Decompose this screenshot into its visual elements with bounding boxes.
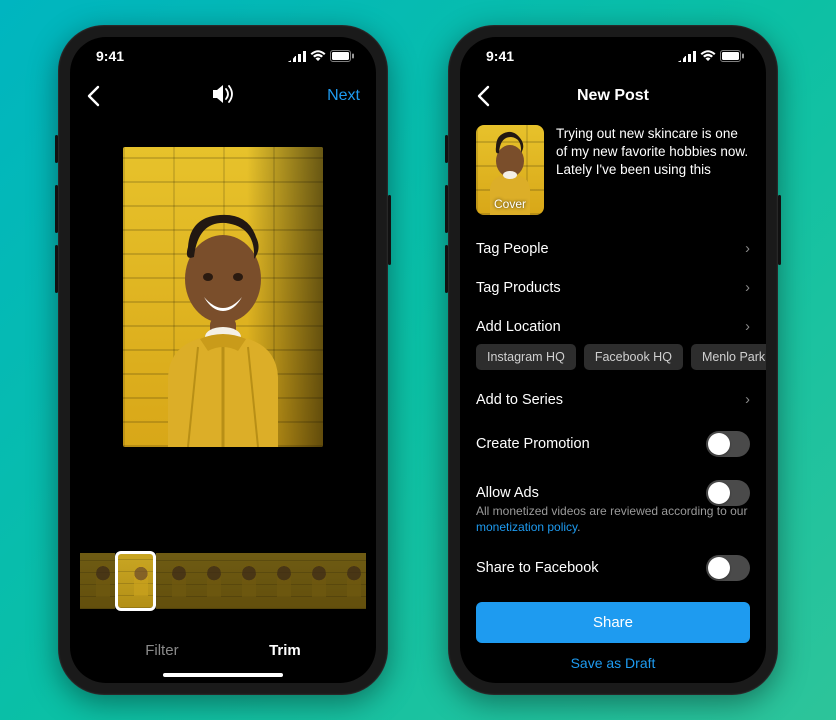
person-illustration	[138, 207, 308, 447]
row-label: Tag Products	[476, 280, 561, 296]
phone-right: 9:41 New Post C	[448, 25, 778, 695]
back-chevron-icon[interactable]	[476, 85, 490, 107]
allow-ads-note: All monetized videos are reviewed accord…	[460, 504, 766, 543]
status-icons	[288, 50, 354, 62]
phone-left: 9:41 Next	[58, 25, 388, 695]
row-label: Create Promotion	[476, 436, 590, 452]
row-tag-products[interactable]: Tag Products ›	[460, 268, 766, 307]
tab-filter[interactable]: Filter	[145, 642, 178, 659]
home-indicator[interactable]	[163, 673, 283, 677]
location-suggestions: Instagram HQ Facebook HQ Menlo Park, CA	[460, 344, 766, 380]
nav-bar: New Post	[460, 75, 766, 117]
trim-thumb[interactable]	[296, 553, 331, 609]
caption-row: Cover Trying out new skincare is one of …	[460, 117, 766, 229]
next-button[interactable]: Next	[327, 87, 360, 105]
row-add-location[interactable]: Add Location ›	[460, 307, 766, 346]
trim-strip[interactable]	[70, 553, 376, 609]
screen-left: 9:41 Next	[70, 37, 376, 683]
trim-thumb[interactable]	[331, 553, 366, 609]
status-time: 9:41	[486, 48, 514, 64]
save-draft-button[interactable]: Save as Draft	[460, 643, 766, 671]
location-chip[interactable]: Instagram HQ	[476, 344, 576, 370]
row-label: Add to Series	[476, 392, 563, 408]
back-chevron-icon[interactable]	[86, 85, 100, 107]
trim-thumb[interactable]	[80, 553, 115, 609]
trim-thumb[interactable]	[261, 553, 296, 609]
video-preview[interactable]	[70, 117, 376, 477]
toggle-share-facebook[interactable]	[706, 555, 750, 581]
trim-thumb[interactable]	[191, 553, 226, 609]
toggle-allow-ads[interactable]	[706, 480, 750, 506]
monetization-policy-link[interactable]: monetization policy	[476, 520, 577, 534]
share-button[interactable]: Share	[476, 602, 750, 643]
row-share-facebook: Share to Facebook	[460, 543, 766, 592]
location-chip[interactable]: Menlo Park, CA	[691, 344, 766, 370]
notch	[538, 37, 688, 63]
trim-thumb[interactable]	[156, 553, 191, 609]
sound-icon[interactable]	[211, 83, 235, 105]
wifi-icon	[310, 50, 326, 62]
toggle-create-promotion[interactable]	[706, 431, 750, 457]
battery-icon	[720, 50, 744, 62]
row-create-promotion: Create Promotion	[460, 419, 766, 468]
trim-thumb-selected[interactable]	[115, 551, 156, 611]
chevron-right-icon: ›	[745, 392, 750, 408]
status-time: 9:41	[96, 48, 124, 64]
row-tag-people[interactable]: Tag People ›	[460, 229, 766, 268]
tab-trim[interactable]: Trim	[269, 642, 301, 659]
trim-thumb[interactable]	[226, 553, 261, 609]
caption-input[interactable]: Trying out new skincare is one of my new…	[556, 125, 750, 215]
row-label: Share to Facebook	[476, 560, 599, 576]
row-label: Allow Ads	[476, 485, 539, 501]
battery-icon	[330, 50, 354, 62]
row-label: Add Location	[476, 319, 561, 335]
location-chip[interactable]: Facebook HQ	[584, 344, 683, 370]
status-icons	[678, 50, 744, 62]
cover-label: Cover	[476, 197, 544, 211]
video-frame	[123, 147, 323, 447]
chevron-right-icon: ›	[745, 280, 750, 296]
bottom-tabs: Filter Trim	[70, 642, 376, 659]
chevron-right-icon: ›	[745, 241, 750, 257]
cover-thumb[interactable]: Cover	[476, 125, 544, 215]
screen-right: 9:41 New Post C	[460, 37, 766, 683]
chevron-right-icon: ›	[745, 319, 750, 335]
nav-bar: Next	[70, 75, 376, 117]
wifi-icon	[700, 50, 716, 62]
notch	[148, 37, 298, 63]
row-label: Tag People	[476, 241, 549, 257]
row-add-to-series[interactable]: Add to Series ›	[460, 380, 766, 419]
